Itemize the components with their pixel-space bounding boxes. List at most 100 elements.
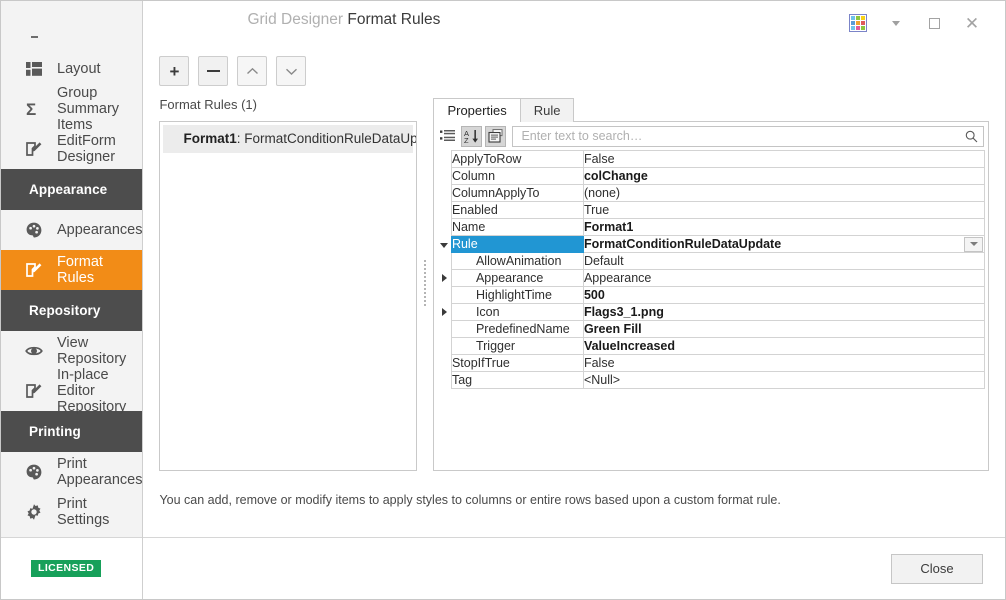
expand-arrow-icon[interactable]: [437, 269, 452, 287]
property-value-cell[interactable]: colChange: [582, 167, 986, 185]
sidebar-item-print-appearances[interactable]: Print Appearances: [1, 452, 142, 492]
format-rules-pane: Format Rules (1) Format1: FormatConditio…: [159, 97, 418, 493]
expand-arrow-icon[interactable]: [437, 303, 452, 321]
table-row[interactable]: Icon Flags3_1.png: [437, 303, 986, 321]
format-rules-list[interactable]: Format1: FormatConditionRuleDataUpdate: [159, 121, 418, 471]
value-dropdown-button[interactable]: [964, 236, 984, 252]
main-panel: Grid Designer Format Rules ✕ + Format Ru…: [143, 1, 1006, 599]
eye-icon-glyph: [25, 346, 43, 356]
property-grid-wrap: ApplyToRow False Column colChange ColumnAppl…: [434, 150, 988, 470]
chevron-down-icon: [285, 68, 297, 75]
sidebar-nav: Layout Σ Group Summary Items EditForm Desi…: [1, 1, 143, 537]
remove-rule-button[interactable]: [198, 56, 229, 86]
property-name: Icon: [450, 303, 584, 321]
sidebar-item-format-rules[interactable]: Format Rules: [1, 250, 143, 290]
property-name: AllowAnimation: [450, 252, 584, 270]
property-name: PredefinedName: [450, 320, 584, 338]
expander-placeholder: [437, 218, 452, 236]
chevron-down-icon: [892, 20, 901, 26]
tab-properties[interactable]: Properties: [433, 98, 521, 122]
table-row[interactable]: StopIfTrue False: [437, 354, 986, 372]
theme-dropdown-button[interactable]: [877, 8, 915, 38]
property-value-cell[interactable]: Appearance: [582, 269, 986, 287]
edit-rule-icon-glyph: [26, 263, 42, 277]
collapse-arrow-icon[interactable]: [437, 235, 452, 253]
move-rule-up-button[interactable]: [237, 56, 268, 86]
property-value-cell[interactable]: 500: [582, 286, 986, 304]
table-row[interactable]: Tag <Null>: [437, 371, 986, 389]
add-rule-button[interactable]: +: [159, 56, 190, 86]
maximize-button[interactable]: [915, 8, 953, 38]
properties-panel: A Z Enter text to search… ApplyToRow Fal…: [433, 121, 990, 471]
property-value-cell[interactable]: False: [582, 150, 986, 168]
grid-color-icon[interactable]: [839, 8, 877, 38]
property-value-cell[interactable]: False: [582, 354, 986, 372]
sidebar-item-view-repository[interactable]: View Repository: [1, 331, 142, 371]
property-value-cell[interactable]: Default: [582, 252, 986, 270]
property-name: HighlightTime: [450, 286, 584, 304]
tab-rule[interactable]: Rule: [519, 98, 575, 122]
table-row[interactable]: ColumnApplyTo (none): [437, 184, 986, 202]
sidebar: Layout Σ Group Summary Items EditForm Desi…: [1, 1, 144, 599]
sidebar-item-editform-designer[interactable]: EditForm Designer: [1, 129, 142, 169]
property-value-cell[interactable]: (none): [582, 184, 986, 202]
close-window-button[interactable]: ✕: [953, 8, 991, 38]
property-value: False: [583, 152, 615, 166]
sort-alphabetical-icon[interactable]: A Z: [461, 125, 483, 147]
rule-name: Format1: [183, 131, 237, 146]
table-row[interactable]: Name Format1: [437, 218, 986, 236]
table-row[interactable]: Trigger ValueIncreased: [437, 337, 986, 355]
maximize-icon: [928, 17, 940, 29]
sidebar-item-layout[interactable]: Layout: [1, 49, 142, 89]
property-value-cell[interactable]: FormatConditionRuleDataUpdate: [582, 235, 986, 253]
sidebar-item-label: View Repository: [57, 335, 127, 367]
property-value-cell[interactable]: Format1: [582, 218, 986, 236]
property-grid: ApplyToRow False Column colChange ColumnAppl…: [437, 150, 986, 389]
property-value-cell[interactable]: Green Fill: [582, 320, 986, 338]
sidebar-item-group-summary-items[interactable]: Σ Group Summary Items: [1, 85, 142, 133]
table-row[interactable]: HighlightTime 500: [437, 286, 986, 304]
property-name: StopIfTrue: [450, 354, 584, 372]
table-row[interactable]: Column colChange: [437, 167, 986, 185]
table-row[interactable]: Enabled True: [437, 201, 986, 219]
expander-placeholder: [437, 252, 452, 270]
sidebar-item-label: Print Appearances: [57, 456, 143, 488]
property-value: FormatConditionRuleDataUpdate: [583, 237, 782, 251]
categorized-icon[interactable]: [437, 126, 458, 147]
property-pages-icon[interactable]: [485, 125, 507, 147]
table-row[interactable]: Rule FormatConditionRuleDataUpdate: [437, 235, 986, 253]
sidebar-item-label: EditForm Designer: [57, 133, 116, 165]
sidebar-item-print-settings[interactable]: Print Settings: [1, 492, 142, 532]
search-box[interactable]: [512, 125, 985, 147]
status-badge: LICENSED: [31, 559, 102, 578]
layout-icon: [25, 59, 47, 79]
svg-text:Σ: Σ: [26, 100, 36, 118]
expander-placeholder: [437, 337, 452, 355]
property-name: Appearance: [450, 269, 584, 287]
table-row[interactable]: ApplyToRow False: [437, 150, 986, 168]
list-item[interactable]: Format1: FormatConditionRuleDataUpdate: [163, 125, 416, 153]
expander-placeholder: [437, 167, 452, 185]
close-button[interactable]: Close: [891, 553, 984, 584]
property-value-cell[interactable]: ValueIncreased: [582, 337, 986, 355]
plus-icon: +: [169, 61, 180, 81]
move-rule-down-button[interactable]: [276, 56, 307, 86]
table-row[interactable]: Appearance Appearance: [437, 269, 986, 287]
property-value-cell[interactable]: <Null>: [582, 371, 986, 389]
property-value-cell[interactable]: True: [582, 201, 986, 219]
search-input[interactable]: [519, 128, 966, 144]
sidebar-group-label: Repository: [29, 303, 101, 318]
expander-placeholder: [437, 320, 452, 338]
sigma-icon: Σ: [25, 99, 47, 119]
sidebar-group-printing: Printing: [1, 411, 143, 452]
sidebar-item-in-place-editor-repository[interactable]: In-place Editor Repository: [1, 367, 142, 415]
table-row[interactable]: AllowAnimation Default: [437, 252, 986, 270]
property-value: False: [583, 356, 615, 370]
table-row[interactable]: PredefinedName Green Fill: [437, 320, 986, 338]
property-value: ValueIncreased: [583, 339, 675, 353]
grid-color-icon-glyph: [849, 14, 868, 32]
panel-splitter[interactable]: [417, 97, 433, 493]
property-value-cell[interactable]: Flags3_1.png: [582, 303, 986, 321]
sidebar-item-appearances[interactable]: Appearances: [1, 210, 142, 250]
sidebar-group-repository: Repository: [1, 290, 143, 331]
